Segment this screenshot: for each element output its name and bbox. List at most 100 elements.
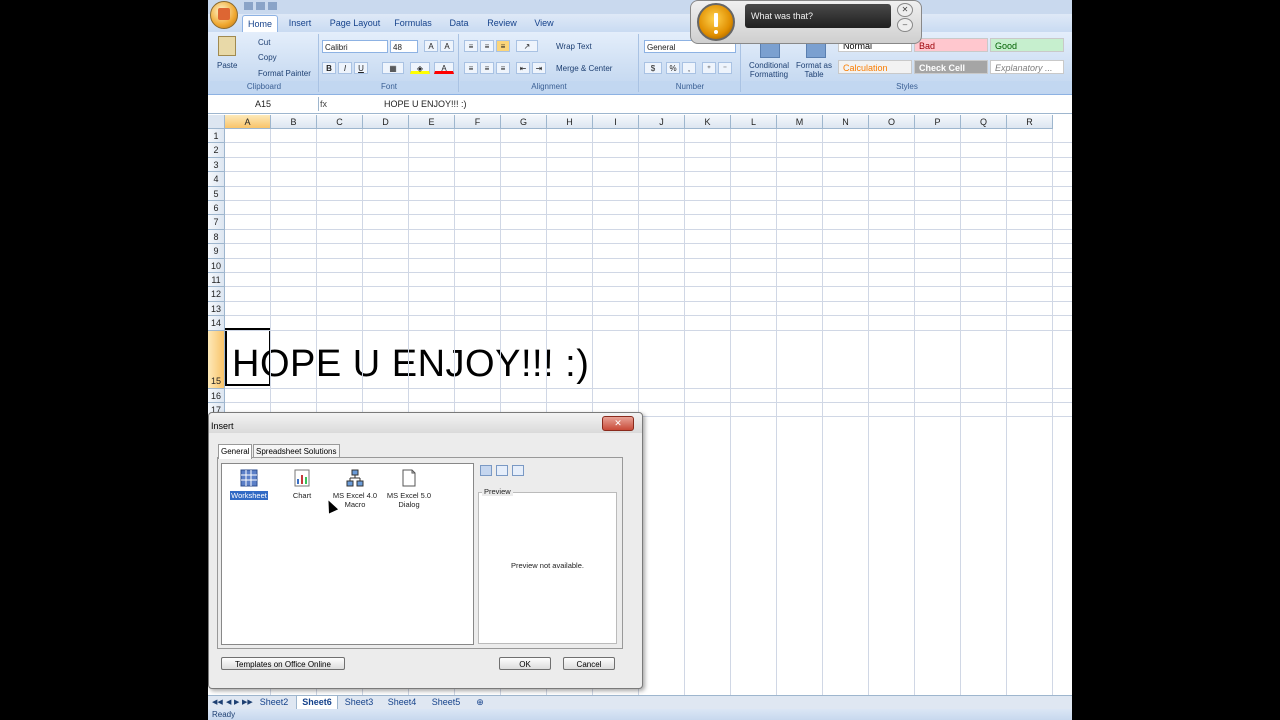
wrap-text-button[interactable]: Wrap Text [556,42,592,51]
column-header-g[interactable]: G [501,115,547,129]
details-view-icon[interactable] [512,465,524,476]
office-button[interactable] [210,1,238,29]
last-sheet-icon[interactable]: ▶▶ [242,698,253,706]
cancel-button[interactable]: Cancel [563,657,615,670]
sheet-tab-sheet5[interactable]: Sheet5 [426,696,466,709]
row-header-11[interactable]: 11 [208,273,225,288]
column-header-k[interactable]: K [685,115,731,129]
font-color-icon[interactable]: A [434,62,454,74]
increase-indent-icon[interactable]: ⇥ [532,62,546,74]
tab-general[interactable]: General [218,444,253,459]
cell-style-4[interactable]: Check Cell [914,60,988,74]
cell-style-2[interactable]: Good [990,38,1064,52]
row-header-5[interactable]: 5 [208,186,225,201]
list-item-worksheet[interactable]: Worksheet [224,469,274,500]
sheet-tab-sheet3[interactable]: Sheet3 [340,696,378,709]
row-header-12[interactable]: 12 [208,287,225,302]
alert-icon[interactable] [697,3,735,41]
row-header-9[interactable]: 9 [208,244,225,259]
list-item-chart[interactable]: Chart [277,469,327,500]
column-header-n[interactable]: N [823,115,869,129]
prev-sheet-icon[interactable]: ◀ [226,698,231,706]
row-header-15[interactable]: 15 [208,330,225,389]
align-top-icon[interactable]: ≡ [464,40,478,52]
list-item-macro[interactable]: MS Excel 4.0 Macro [330,469,380,509]
column-header-a[interactable]: A [225,115,271,129]
tab-formulas[interactable]: Formulas [390,15,436,32]
format-as-table-button[interactable]: Format as Table [796,61,832,79]
save-icon[interactable] [244,2,253,10]
list-view-icon[interactable] [496,465,508,476]
column-header-e[interactable]: E [409,115,455,129]
row-header-14[interactable]: 14 [208,316,225,331]
tab-review[interactable]: Review [484,15,520,32]
close-icon[interactable]: ✕ [602,416,634,431]
popup-close-icon[interactable]: ✕ [897,3,913,17]
first-sheet-icon[interactable]: ◀◀ [212,698,223,706]
insert-sheet-icon[interactable]: ⊕ [470,696,490,709]
grow-font-icon[interactable]: A [424,40,438,52]
percent-button[interactable]: % [666,62,680,74]
align-center-icon[interactable]: ≡ [480,62,494,74]
sheet-tab-sheet6[interactable]: Sheet6 [296,696,338,710]
bold-button[interactable]: B [322,62,336,74]
tab-view[interactable]: View [528,15,560,32]
format-painter-button[interactable]: Format Painter [258,69,311,78]
align-left-icon[interactable]: ≡ [464,62,478,74]
conditional-formatting-button[interactable]: Conditional Formatting [746,61,792,79]
column-header-p[interactable]: P [915,115,961,129]
templates-online-button[interactable]: Templates on Office Online [221,657,345,670]
paste-button[interactable]: Paste [217,61,237,70]
row-header-2[interactable]: 2 [208,143,225,158]
borders-icon[interactable]: ▦ [382,62,404,74]
row-header-1[interactable]: 1 [208,129,225,144]
font-size-combo[interactable]: 48 [390,40,418,53]
active-cell-a15[interactable] [225,328,271,386]
underline-button[interactable]: U [354,62,368,74]
orientation-icon[interactable]: ↗ [516,40,538,52]
column-header-i[interactable]: I [593,115,639,129]
comma-button[interactable]: , [682,62,696,74]
redo-icon[interactable] [268,2,277,10]
column-header-c[interactable]: C [317,115,363,129]
cell-style-3[interactable]: Calculation [838,60,912,74]
column-header-m[interactable]: M [777,115,823,129]
sheet-tab-sheet4[interactable]: Sheet4 [382,696,422,709]
merge-center-button[interactable]: Merge & Center [556,64,612,73]
italic-button[interactable]: I [338,62,352,74]
column-header-j[interactable]: J [639,115,685,129]
dialog-titlebar[interactable]: Insert ✕ [209,413,642,433]
currency-button[interactable]: $ [644,62,662,74]
tab-page-layout[interactable]: Page Layout [324,15,386,32]
align-bottom-icon[interactable]: ≡ [496,40,510,52]
ok-button[interactable]: OK [499,657,551,670]
name-box[interactable]: A15 [208,97,319,111]
cell-style-5[interactable]: Explanatory ... [990,60,1064,74]
list-item-dialog[interactable]: MS Excel 5.0 Dialog [384,469,434,509]
column-header-o[interactable]: O [869,115,915,129]
column-header-d[interactable]: D [363,115,409,129]
large-icons-view-icon[interactable] [480,465,492,476]
popup-minimize-icon[interactable]: – [897,18,913,32]
row-header-3[interactable]: 3 [208,157,225,173]
font-name-combo[interactable]: Calibri [322,40,388,53]
align-right-icon[interactable]: ≡ [496,62,510,74]
column-header-f[interactable]: F [455,115,501,129]
column-header-b[interactable]: B [271,115,317,129]
next-sheet-icon[interactable]: ▶ [234,698,239,706]
cell-style-1[interactable]: Bad [914,38,988,52]
formula-input[interactable]: HOPE U ENJOY!!! :) [384,97,467,111]
template-list[interactable]: Worksheet Chart MS Excel 4.0 Macro MS Ex… [221,463,474,645]
align-middle-icon[interactable]: ≡ [480,40,494,52]
shrink-font-icon[interactable]: A [440,40,454,52]
decrease-decimal-icon[interactable]: ⁻ [718,62,732,74]
tab-insert[interactable]: Insert [280,15,320,32]
fill-color-icon[interactable]: ◈ [410,62,430,74]
sheet-tab-sheet2[interactable]: Sheet2 [256,696,292,709]
row-header-4[interactable]: 4 [208,172,225,187]
column-header-l[interactable]: L [731,115,777,129]
column-header-r[interactable]: R [1007,115,1053,129]
decrease-indent-icon[interactable]: ⇤ [516,62,530,74]
row-header-10[interactable]: 10 [208,258,225,273]
row-header-6[interactable]: 6 [208,201,225,216]
